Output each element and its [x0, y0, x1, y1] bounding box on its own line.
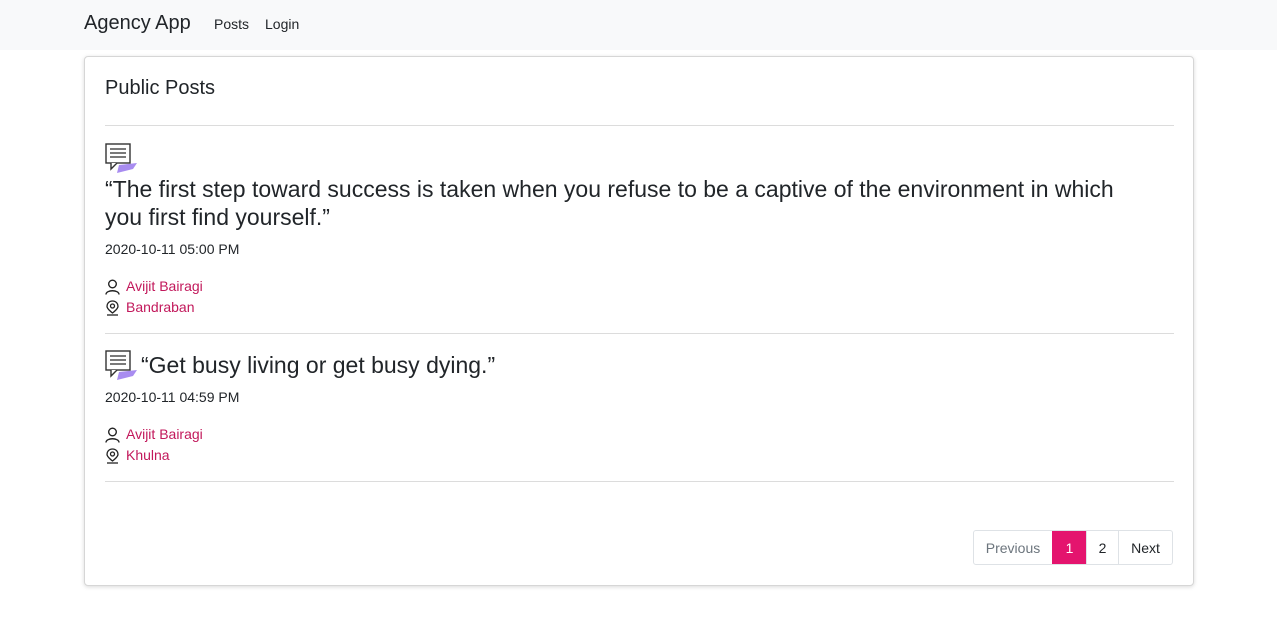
card-title: Public Posts — [105, 77, 216, 99]
post-date: 2020-10-11 05:00 PM — [105, 241, 240, 257]
divider — [105, 333, 1174, 334]
pagination-page-2[interactable]: 2 — [1086, 531, 1118, 564]
pagination-page-1[interactable]: 1 — [1052, 531, 1086, 564]
location-pin-icon — [106, 300, 119, 316]
chat-message-icon — [105, 143, 137, 173]
post-date: 2020-10-11 04:59 PM — [105, 389, 240, 405]
navbar: Agency App Posts Login — [0, 0, 1277, 50]
post-author-link[interactable]: Avijit Bairagi — [105, 426, 235, 444]
nav-link-posts[interactable]: Posts — [214, 16, 249, 32]
pagination: Previous 1 2 Next — [973, 530, 1173, 565]
divider — [105, 125, 1174, 126]
brand-link[interactable]: Agency App — [84, 12, 191, 35]
chat-message-icon — [105, 350, 137, 380]
post-location: Bandraban — [126, 299, 195, 315]
user-icon — [105, 279, 120, 295]
public-posts-card: Public Posts “The first step toward succ… — [84, 56, 1194, 586]
post-location-link[interactable]: Bandraban — [105, 299, 235, 317]
post-location-link[interactable]: Khulna — [105, 447, 235, 465]
user-icon — [105, 427, 120, 443]
divider — [105, 481, 1174, 482]
pagination-previous[interactable]: Previous — [974, 531, 1052, 564]
location-pin-icon — [106, 448, 119, 464]
post-quote-line: you first find yourself.” — [105, 204, 330, 230]
post-author: Avijit Bairagi — [126, 426, 203, 442]
post-author-link[interactable]: Avijit Bairagi — [105, 278, 235, 296]
post-quote-line: “The first step toward success is taken … — [105, 176, 1114, 202]
post-location: Khulna — [126, 447, 170, 463]
post-quote: “Get busy living or get busy dying.” — [141, 352, 496, 378]
nav-link-login[interactable]: Login — [265, 16, 299, 32]
post-author: Avijit Bairagi — [126, 278, 203, 294]
pagination-next[interactable]: Next — [1118, 531, 1172, 564]
